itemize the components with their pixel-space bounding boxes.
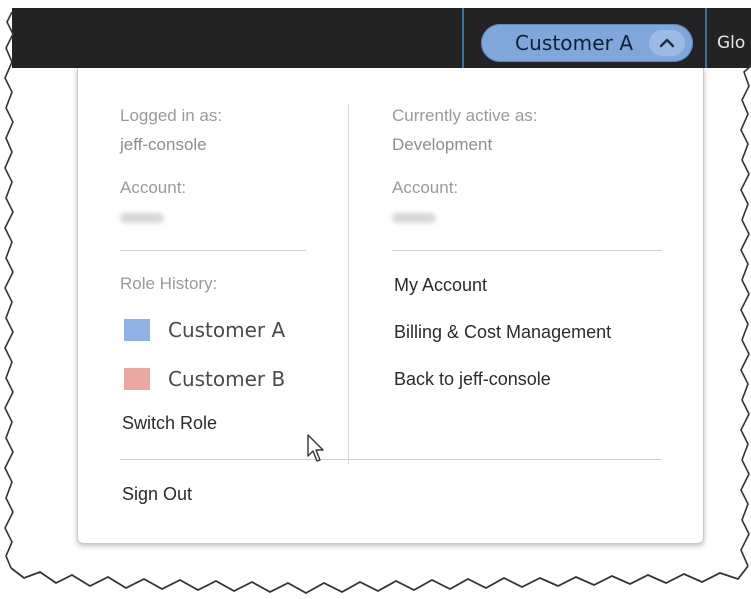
role-history-label: Role History: xyxy=(120,274,218,293)
logged-in-account-label: Account: xyxy=(120,178,187,197)
global-menu-label[interactable]: Glo xyxy=(717,33,745,53)
currently-active-value: Development xyxy=(392,135,493,154)
role-color-swatch xyxy=(124,368,150,390)
active-account-label: Account: xyxy=(392,178,459,197)
role-history-item[interactable]: Customer A xyxy=(124,318,285,342)
sign-out-link[interactable]: Sign Out xyxy=(122,484,192,505)
nav-divider xyxy=(462,8,464,68)
my-account-link[interactable]: My Account xyxy=(394,275,487,296)
logged-in-user: jeff-console xyxy=(120,135,207,154)
account-dropdown-menu: Logged in as: jeff-console Account: Role… xyxy=(77,68,704,544)
chevron-up-icon xyxy=(649,30,685,56)
back-to-console-link[interactable]: Back to jeff-console xyxy=(394,369,551,390)
currently-active-label: Currently active as: xyxy=(392,106,538,125)
column-divider xyxy=(348,104,349,464)
nav-divider xyxy=(705,8,707,68)
redacted-account-number xyxy=(392,213,436,223)
role-history-item-label: Customer B xyxy=(168,367,286,391)
role-history-item-label: Customer A xyxy=(168,318,286,342)
billing-link[interactable]: Billing & Cost Management xyxy=(394,322,611,343)
role-history-item[interactable]: Customer B xyxy=(124,367,285,391)
role-color-swatch xyxy=(124,319,150,341)
active-role-label: Customer A xyxy=(515,31,634,55)
role-switcher-button[interactable]: Customer A xyxy=(481,24,693,62)
right-divider xyxy=(392,250,662,251)
screenshot-stage: Customer A Glo Logged in as: jeff-consol… xyxy=(0,0,751,599)
bottom-divider xyxy=(120,459,662,460)
redacted-account-number xyxy=(120,213,164,223)
mouse-pointer-icon xyxy=(307,434,324,462)
switch-role-link[interactable]: Switch Role xyxy=(122,413,217,434)
left-divider xyxy=(120,250,306,251)
logged-in-label: Logged in as: xyxy=(120,106,223,125)
